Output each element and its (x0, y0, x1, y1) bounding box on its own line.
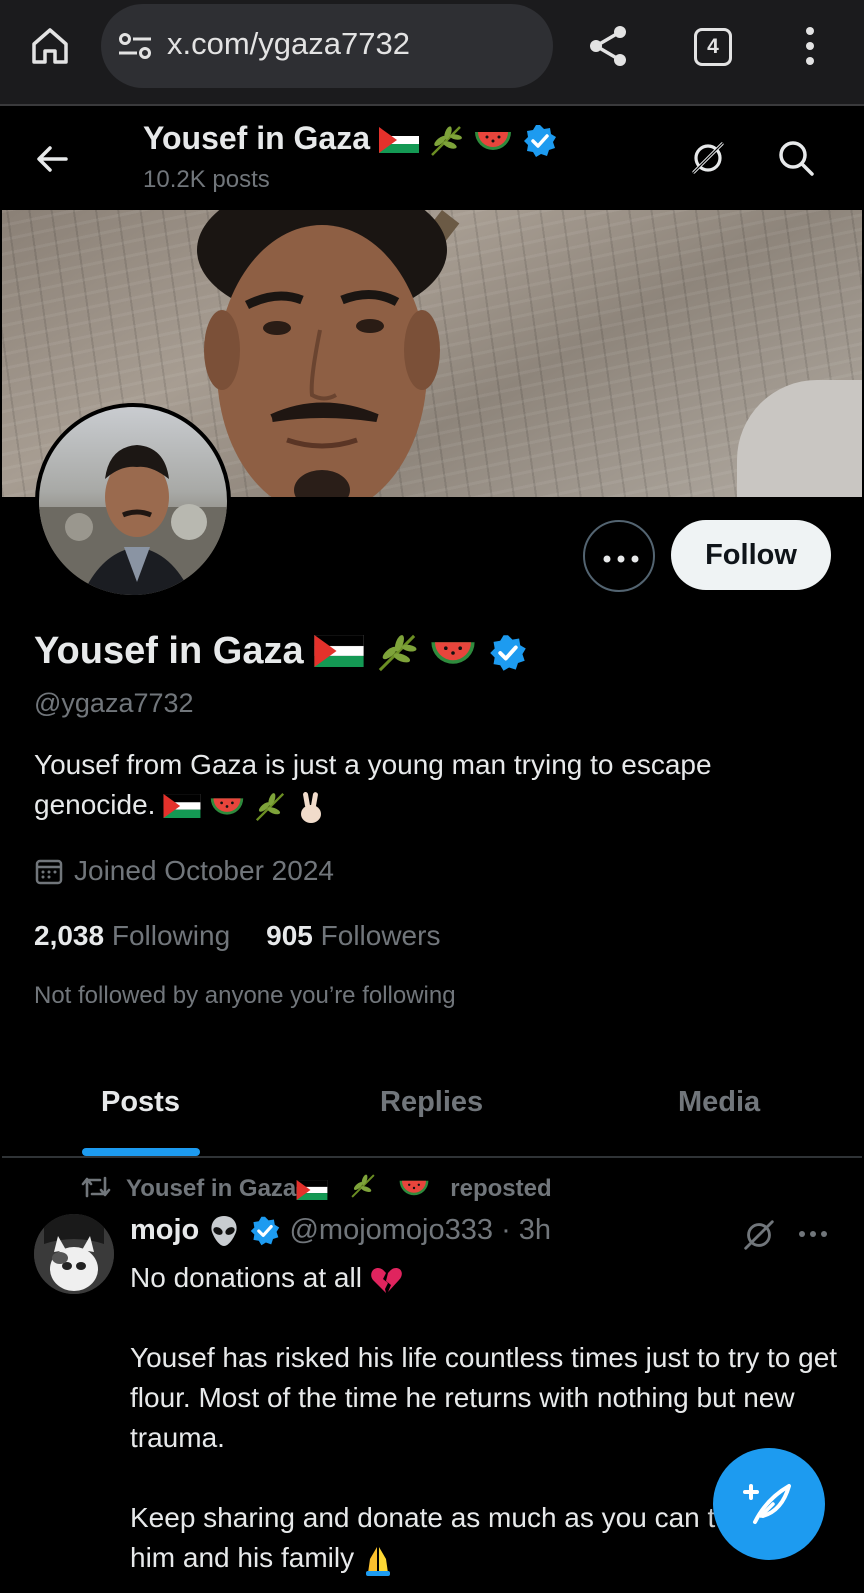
broken-heart-icon (370, 1267, 402, 1293)
post-paragraph: Yousef has risked his life countless tim… (130, 1342, 838, 1453)
post-time[interactable]: 3h (519, 1214, 551, 1246)
back-arrow-icon[interactable] (32, 139, 72, 179)
browser-toolbar: x.com/ygaza7732 4 (0, 0, 864, 106)
calendar-icon (35, 859, 63, 885)
palestine-flag-icon (296, 1180, 328, 1200)
folded-hands-icon (365, 1546, 390, 1576)
cat-avatar-image (34, 1214, 114, 1294)
bio-text: Yousef from Gaza is just a young man try… (34, 749, 712, 820)
grok-icon[interactable] (740, 1216, 778, 1254)
profile-tabs: Posts Replies Media (2, 1060, 862, 1158)
profile-display-name: Yousef in Gaza (34, 630, 528, 675)
olive-branch-icon (255, 792, 284, 821)
watermelon-icon (431, 642, 475, 664)
follow-button[interactable]: Follow (671, 520, 831, 590)
header-title: Yousef in Gaza (143, 120, 558, 159)
repost-icon (81, 1176, 111, 1198)
following-link[interactable]: 2,038 Following (34, 920, 230, 951)
victory-hand-icon (300, 791, 321, 823)
active-tab-indicator (82, 1148, 200, 1156)
profile-header-bar: Yousef in Gaza 10.2K posts (0, 108, 864, 210)
post-more-icon[interactable] (798, 1230, 828, 1238)
post-author-handle[interactable]: @mojomojo333 (289, 1214, 493, 1246)
tab-media[interactable]: Media (678, 1086, 760, 1119)
mutual-followers-note: Not followed by anyone you’re following (34, 982, 456, 1009)
verified-badge-icon (523, 124, 556, 157)
grok-icon[interactable] (688, 138, 728, 178)
profile-more-button[interactable] (583, 520, 655, 592)
tab-replies[interactable]: Replies (380, 1086, 483, 1119)
compose-post-button[interactable] (713, 1448, 825, 1560)
overflow-menu-icon[interactable] (800, 24, 820, 68)
joined-date: Joined October 2024 (34, 855, 334, 887)
alien-icon (211, 1216, 237, 1247)
profile-avatar[interactable] (35, 403, 231, 599)
verified-badge-icon (490, 635, 526, 671)
followers-link[interactable]: 905 Followers (266, 920, 440, 951)
joined-text: Joined October 2024 (74, 855, 334, 886)
verified-badge-icon (251, 1217, 280, 1246)
palestine-flag-icon (314, 635, 364, 667)
compose-icon (743, 1484, 791, 1524)
olive-branch-icon (430, 125, 462, 156)
following-count: 2,038 (34, 920, 105, 951)
palestine-flag-icon (378, 127, 419, 153)
more-options-icon (603, 555, 639, 563)
home-icon[interactable] (28, 24, 72, 68)
avatar-photo (39, 445, 227, 595)
watermelon-icon (474, 131, 511, 150)
watermelon-icon (210, 798, 244, 815)
follow-stats: 2,038 Following 905 Followers (34, 920, 440, 952)
following-label: Following (111, 920, 231, 951)
profile-handle: @ygaza7732 (34, 688, 194, 718)
repost-author: Yousef in Gaza (126, 1175, 297, 1202)
post-header: mojo @mojomojo333 · 3h (130, 1214, 551, 1248)
site-settings-icon[interactable] (117, 31, 153, 61)
post-paragraph-1: No donations at all (130, 1262, 362, 1293)
tab-switcher-icon[interactable]: 4 (694, 28, 732, 66)
search-icon[interactable] (776, 138, 816, 178)
banner-portrait (197, 210, 447, 497)
profile-bio: Yousef from Gaza is just a young man try… (34, 745, 834, 825)
banner-arm (737, 380, 862, 497)
watermelon-icon (399, 1180, 429, 1196)
posts-count: 10.2K posts (143, 166, 270, 193)
repost-label: reposted (450, 1175, 552, 1202)
post-author-avatar[interactable] (34, 1214, 114, 1294)
post-author-name[interactable]: mojo (130, 1214, 199, 1246)
header-name: Yousef in Gaza (143, 120, 371, 156)
url-text[interactable]: x.com/ygaza7732 (167, 26, 410, 62)
post-paragraph-3: Keep sharing and donate as much as you c… (130, 1502, 792, 1573)
followers-label: Followers (320, 920, 441, 951)
olive-branch-icon (378, 634, 417, 672)
repost-indicator[interactable]: Yousef in Gaza reposted (80, 1172, 552, 1203)
display-name-text: Yousef in Gaza (34, 630, 304, 672)
tab-posts[interactable]: Posts (101, 1086, 180, 1119)
address-bar[interactable]: x.com/ygaza7732 (101, 4, 553, 88)
olive-branch-icon (351, 1174, 375, 1198)
post-paragraph: No donations at all (130, 1258, 840, 1298)
share-icon[interactable] (587, 24, 629, 68)
followers-count: 905 (266, 920, 313, 951)
palestine-flag-icon (163, 794, 201, 818)
